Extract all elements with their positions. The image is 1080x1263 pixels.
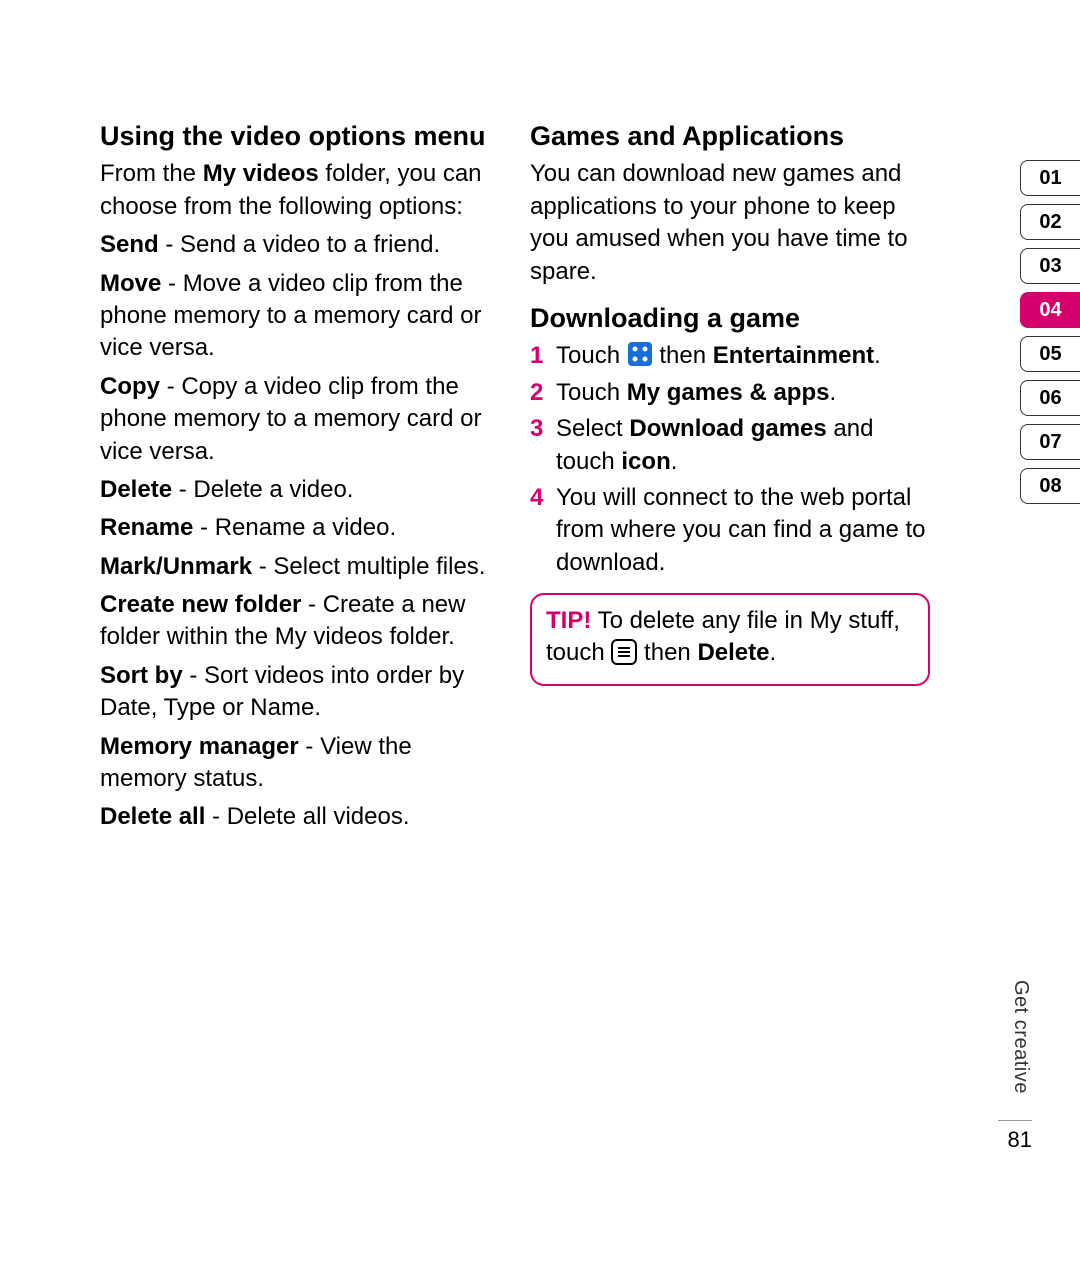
step-4: 4 You will connect to the web portal fro… [530, 482, 930, 579]
tab-05[interactable]: 05 [1020, 336, 1080, 372]
step-2: 2 Touch My games & apps. [530, 377, 930, 409]
step-1: 1 Touch then Entertainment. [530, 340, 930, 372]
right-column: Games and Applications You can download … [530, 120, 930, 840]
option-move: Move - Move a video clip from the phone … [100, 268, 500, 365]
side-tabs: 01 02 03 04 05 06 07 08 [1020, 160, 1080, 512]
step-num-4: 4 [530, 482, 548, 579]
option-delete: Delete - Delete a video. [100, 474, 500, 506]
tab-06[interactable]: 06 [1020, 380, 1080, 416]
tab-07[interactable]: 07 [1020, 424, 1080, 460]
heading-games-apps: Games and Applications [530, 120, 930, 152]
step-num-3: 3 [530, 413, 548, 478]
option-rename: Rename - Rename a video. [100, 512, 500, 544]
tip-box: TIP! To delete any file in My stuff, tou… [530, 593, 930, 686]
left-column: Using the video options menu From the My… [100, 120, 500, 840]
option-send: Send - Send a video to a friend. [100, 229, 500, 261]
option-memory-manager: Memory manager - View the memory status. [100, 731, 500, 796]
heading-download-game: Downloading a game [530, 302, 930, 334]
intro-paragraph: From the My videos folder, you can choos… [100, 158, 500, 223]
menu-list-icon [611, 639, 637, 665]
step-num-1: 1 [530, 340, 548, 372]
tip-label: TIP! [546, 607, 591, 634]
option-copy: Copy - Copy a video clip from the phone … [100, 371, 500, 468]
option-sort-by: Sort by - Sort videos into order by Date… [100, 660, 500, 725]
section-label: Get creative [1009, 980, 1032, 1094]
games-intro: You can download new games and applicati… [530, 158, 930, 288]
option-mark: Mark/Unmark - Select multiple files. [100, 551, 500, 583]
apps-grid-icon [627, 341, 653, 367]
step-num-2: 2 [530, 377, 548, 409]
step-3: 3 Select Download games and touch icon. [530, 413, 930, 478]
option-create-folder: Create new folder - Create a new folder … [100, 589, 500, 654]
tab-02[interactable]: 02 [1020, 204, 1080, 240]
heading-video-options: Using the video options menu [100, 120, 500, 152]
tab-04[interactable]: 04 [1020, 292, 1080, 328]
tab-03[interactable]: 03 [1020, 248, 1080, 284]
tab-01[interactable]: 01 [1020, 160, 1080, 196]
page-number: 81 [998, 1120, 1032, 1153]
option-delete-all: Delete all - Delete all videos. [100, 801, 500, 833]
tab-08[interactable]: 08 [1020, 468, 1080, 504]
